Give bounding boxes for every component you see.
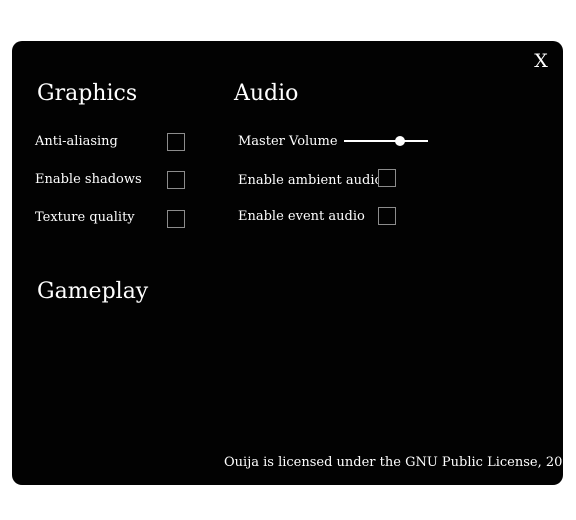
graphics-heading: Graphics [37, 81, 138, 106]
gameplay-heading: Gameplay [37, 279, 149, 304]
master-volume-thumb[interactable] [395, 136, 406, 146]
audio-heading: Audio [234, 81, 299, 106]
license-footer: Ouija is licensed under the GNU Public L… [224, 455, 576, 470]
texture-quality-label: Texture quality [35, 210, 135, 225]
enable-event-audio-checkbox[interactable] [378, 207, 396, 225]
anti-aliasing-checkbox[interactable] [167, 133, 185, 151]
texture-quality-checkbox[interactable] [167, 210, 185, 228]
master-volume-track [344, 140, 428, 142]
anti-aliasing-label: Anti-aliasing [35, 134, 118, 149]
close-button[interactable]: X [531, 50, 551, 72]
enable-ambient-audio-label: Enable ambient audio [238, 173, 383, 188]
settings-panel: X Graphics Anti-aliasing Enable shadows … [12, 41, 576, 485]
enable-event-audio-label: Enable event audio [238, 209, 365, 224]
master-volume-label: Master Volume [238, 134, 338, 149]
master-volume-slider[interactable] [344, 133, 428, 149]
enable-shadows-checkbox[interactable] [167, 171, 185, 189]
enable-ambient-audio-checkbox[interactable] [378, 169, 396, 187]
enable-shadows-label: Enable shadows [35, 172, 142, 187]
